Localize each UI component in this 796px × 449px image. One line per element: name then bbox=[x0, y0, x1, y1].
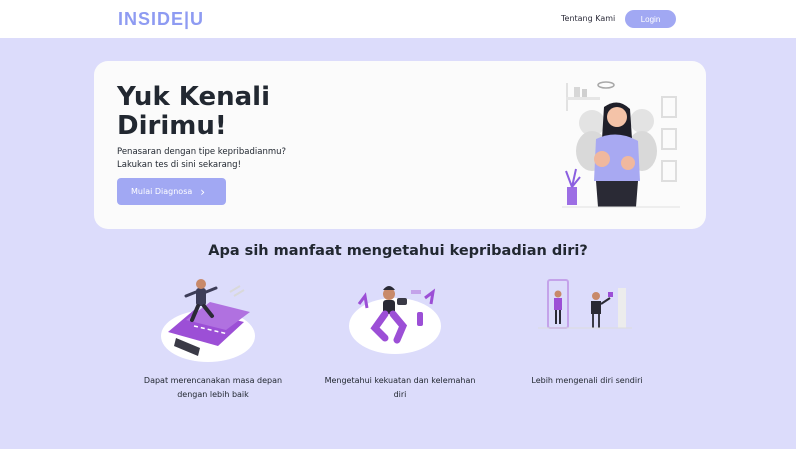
chevron-right-icon: › bbox=[200, 184, 206, 199]
logo[interactable]: INSIDE|U bbox=[118, 9, 204, 30]
benefit-item-know-self: Lebih mengenali diri sendiri bbox=[507, 276, 667, 385]
hero-line-2: Lakukan tes di sini sekarang! bbox=[117, 160, 241, 170]
start-diagnosis-label: Mulai Diagnosa bbox=[131, 187, 193, 196]
woman-personality-illustration bbox=[562, 81, 680, 208]
benefit-caption-know-self: Lebih mengenali diri sendiri bbox=[531, 376, 643, 385]
benefits-title: Apa sih manfaat mengetahui kepribadian d… bbox=[208, 243, 588, 259]
hero-line-1: Penasaran dengan tipe kepribadianmu? bbox=[117, 147, 287, 157]
benefit-caption-plan-future: Dapat merencanakan masa depan dengan leb… bbox=[143, 376, 283, 399]
hero-title: Yuk Kenali Dirimu! bbox=[117, 82, 270, 141]
start-diagnosis-button[interactable]: Mulai Diagnosa › bbox=[117, 178, 226, 205]
benefit-item-plan-future: Dapat merencanakan masa depan dengan leb… bbox=[133, 276, 293, 399]
login-button[interactable]: Login bbox=[625, 10, 676, 28]
hero-card: Yuk Kenali Dirimu! Penasaran dengan tipe… bbox=[94, 61, 706, 229]
benefit-caption-strengths: Mengetahui kekuatan dan kelemahan diri bbox=[324, 376, 476, 399]
benefit-item-strengths: Mengetahui kekuatan dan kelemahan diri bbox=[320, 276, 480, 399]
running-future-illustration bbox=[161, 279, 255, 362]
mirror-self-illustration bbox=[538, 279, 632, 329]
hero-description: Penasaran dengan tipe kepribadianmu? Lak… bbox=[117, 146, 337, 172]
workout-strength-illustration bbox=[349, 286, 441, 354]
nav-link-about[interactable]: Tentang Kami bbox=[561, 14, 615, 23]
navbar: INSIDE|U Tentang Kami Login bbox=[0, 0, 796, 38]
